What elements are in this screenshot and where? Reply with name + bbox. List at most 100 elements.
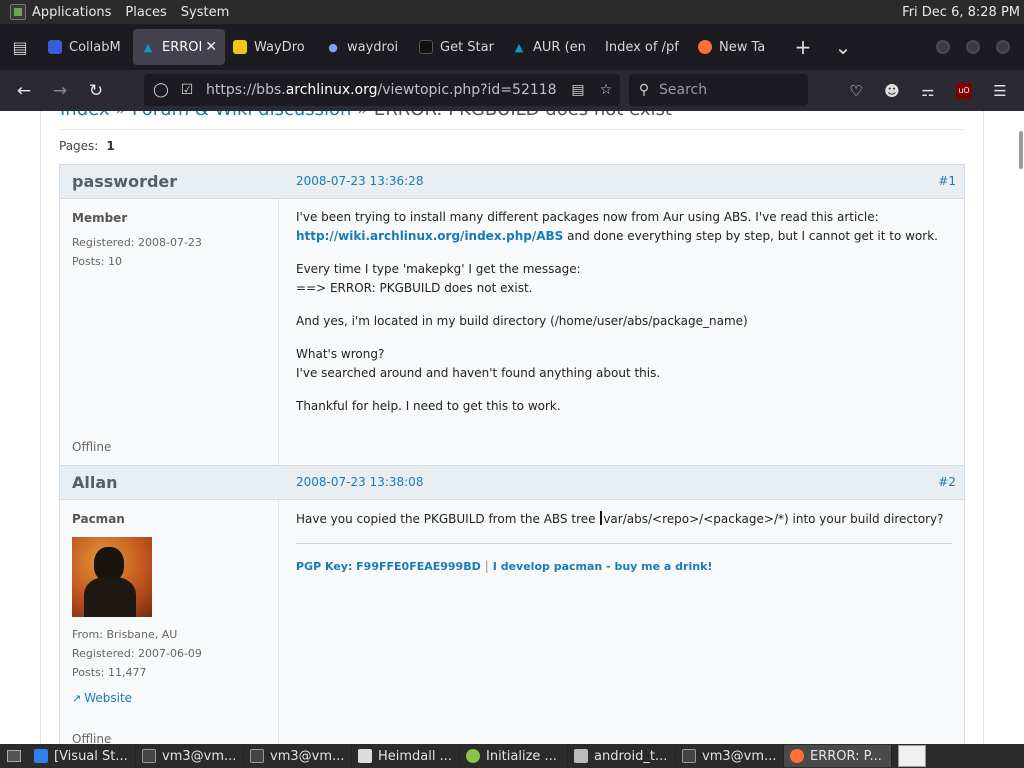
ublock-origin-icon[interactable]: uO <box>956 82 972 99</box>
maximize-button[interactable] <box>966 40 980 54</box>
panel-clock[interactable]: Fri Dec 6, 8:28 PM <box>902 5 1020 20</box>
terminal-icon <box>682 749 696 763</box>
shield-icon[interactable]: ◯ <box>148 82 174 98</box>
reader-view-icon[interactable]: ▤ <box>564 82 592 98</box>
post: passworder 2008-07-23 13:36:28 #1 Member… <box>59 164 965 466</box>
tab-waydroid-2[interactable]: ● waydroi <box>318 29 411 65</box>
post-number-link[interactable]: #2 <box>938 475 956 489</box>
pocket-icon[interactable]: ♡ <box>838 82 874 100</box>
reload-icon[interactable]: ↻ <box>78 73 114 109</box>
vscode-icon <box>34 749 48 763</box>
website-link[interactable]: ↗ Website <box>72 691 132 705</box>
lock-icon[interactable]: ☑ <box>174 82 200 98</box>
post-paragraph: Have you copied the PKGBUILD from the AB… <box>296 511 944 526</box>
taskbar: [Visual St... vm3@vm... vm3@vm... Heimda… <box>0 744 1024 768</box>
post-date-link[interactable]: 2008-07-23 13:36:28 <box>296 174 423 188</box>
tab-collab[interactable]: CollabM <box>40 29 133 65</box>
taskbar-item-vscode[interactable]: [Visual St... <box>28 745 136 767</box>
tab-waydroid[interactable]: WayDro <box>225 29 318 65</box>
workspace-switcher[interactable] <box>898 745 926 767</box>
post: Allan 2008-07-23 13:38:08 #2 Pacman From… <box>59 465 965 744</box>
list-all-tabs-icon[interactable]: ▤ <box>0 24 40 70</box>
applications-icon[interactable] <box>10 4 26 20</box>
tab-title: WayDro <box>254 39 305 55</box>
chevron-down-icon[interactable]: ⌄ <box>823 24 863 70</box>
taskbar-item-firefox[interactable]: ERROR: P... <box>784 745 892 767</box>
post-paragraph: Thankful for help. I need to get this to… <box>296 399 561 413</box>
github-icon <box>419 40 433 54</box>
tab-get-started[interactable]: Get Star <box>411 29 504 65</box>
breadcrumb-forum[interactable]: Forum & Wiki discussion <box>132 111 351 120</box>
breadcrumb-separator: » <box>357 111 368 120</box>
account-icon[interactable]: ☻ <box>874 82 910 100</box>
places-menu[interactable]: Places <box>125 5 166 20</box>
user-post-count: Posts: 11,477 <box>72 666 147 679</box>
url-text[interactable]: https://bbs.archlinux.org/viewtopic.php?… <box>206 82 557 98</box>
signature: PGP Key: F99FFE0FEAE999BD | I develop pacm… <box>296 557 952 576</box>
tab-index-of[interactable]: Index of /pf <box>597 29 690 65</box>
url-bar[interactable]: ◯ ☑ https://bbs.archlinux.org/viewtopic.… <box>144 74 620 106</box>
external-link-icon: ↗ <box>72 692 82 705</box>
page-content: Index » Forum & Wiki discussion » ERROR:… <box>0 111 1024 744</box>
close-window-button[interactable] <box>996 40 1010 54</box>
new-tab-button[interactable]: + <box>783 24 823 70</box>
tab-new-tab[interactable]: New Ta <box>690 29 783 65</box>
panel-menus: Applications Places System <box>0 0 243 24</box>
post-number-link[interactable]: #1 <box>938 174 956 188</box>
breadcrumb-index[interactable]: Index <box>60 111 110 120</box>
user-status: Offline <box>72 732 112 744</box>
extensions-icon[interactable]: ⚎ <box>910 82 946 100</box>
divider <box>60 129 964 130</box>
tab-title: New Ta <box>719 39 766 55</box>
taskbar-item-folder[interactable]: android_t... <box>568 745 676 767</box>
scrollbar[interactable] <box>1019 131 1023 169</box>
applications-menu[interactable]: Applications <box>32 5 111 20</box>
toolbar-actions: ♡ ☻ ⚎ uO ☰ <box>838 70 1018 111</box>
firefox-icon <box>790 749 804 763</box>
top-panel: Applications Places System Fri Dec 6, 8:… <box>0 0 1024 24</box>
taskbar-item-heimdall[interactable]: Heimdall ... <box>352 745 460 767</box>
terminal-icon <box>142 749 156 763</box>
tab-title: CollabM <box>69 39 121 55</box>
tab-error-active[interactable]: ▲ ERROR ✕ <box>133 29 225 65</box>
user-title: Pacman <box>72 512 125 526</box>
waydroid-dot-icon: ● <box>328 40 338 54</box>
firefox-icon <box>698 40 712 54</box>
tab-aur[interactable]: ▲ AUR (en <box>504 29 597 65</box>
user-location: From: Brisbane, AU <box>72 628 178 641</box>
tab-strip: ▤ CollabM ▲ ERROR ✕ WayDro ● waydroi Get… <box>0 24 1024 70</box>
minimize-button[interactable] <box>936 40 950 54</box>
terminal-icon <box>250 749 264 763</box>
tab-title: AUR (en <box>533 39 586 55</box>
taskbar-item-terminal[interactable]: vm3@vm... <box>676 745 784 767</box>
breadcrumb-current: ERROR: PKGBUILD does not exist <box>374 111 672 120</box>
forward-arrow-icon[interactable]: → <box>42 73 78 109</box>
close-tab-icon[interactable]: ✕ <box>205 39 217 55</box>
pgp-key-link[interactable]: PGP Key: F99FFE0FEAE999BD <box>296 560 481 573</box>
post-author[interactable]: Allan <box>72 473 118 492</box>
user-title: Member <box>72 211 128 225</box>
tab-title: ERROR <box>162 39 201 55</box>
post-user-info: Member Registered: 2008-07-23 Posts: 10 … <box>60 199 279 465</box>
taskbar-item-initialize[interactable]: Initialize ... <box>460 745 568 767</box>
show-desktop-icon[interactable] <box>0 745 28 767</box>
taskbar-item-terminal[interactable]: vm3@vm... <box>244 745 352 767</box>
search-bar[interactable]: ⚲ Search <box>629 74 808 106</box>
donate-link[interactable]: I develop pacman - buy me a drink! <box>493 560 713 573</box>
search-placeholder: Search <box>659 82 708 98</box>
post-header: passworder 2008-07-23 13:36:28 #1 <box>60 165 964 199</box>
wiki-abs-link[interactable]: http://wiki.archlinux.org/index.php/ABS <box>296 229 563 243</box>
back-arrow-icon[interactable]: ← <box>6 73 42 109</box>
post-author[interactable]: passworder <box>72 172 177 191</box>
hamburger-menu-icon[interactable]: ☰ <box>982 82 1018 100</box>
post-paragraph: Every time I type 'makepkg' I get the me… <box>296 262 581 295</box>
post-body: I've been trying to install many differe… <box>296 199 952 430</box>
signature-separator: | <box>484 559 489 573</box>
system-menu[interactable]: System <box>181 5 229 20</box>
user-status: Offline <box>72 440 112 454</box>
taskbar-item-terminal[interactable]: vm3@vm... <box>136 745 244 767</box>
bookmark-star-icon[interactable]: ☆ <box>592 82 620 98</box>
tab-title: waydroi <box>347 39 399 55</box>
post-user-info: Pacman From: Brisbane, AU Registered: 20… <box>60 500 279 744</box>
post-date-link[interactable]: 2008-07-23 13:38:08 <box>296 475 423 489</box>
